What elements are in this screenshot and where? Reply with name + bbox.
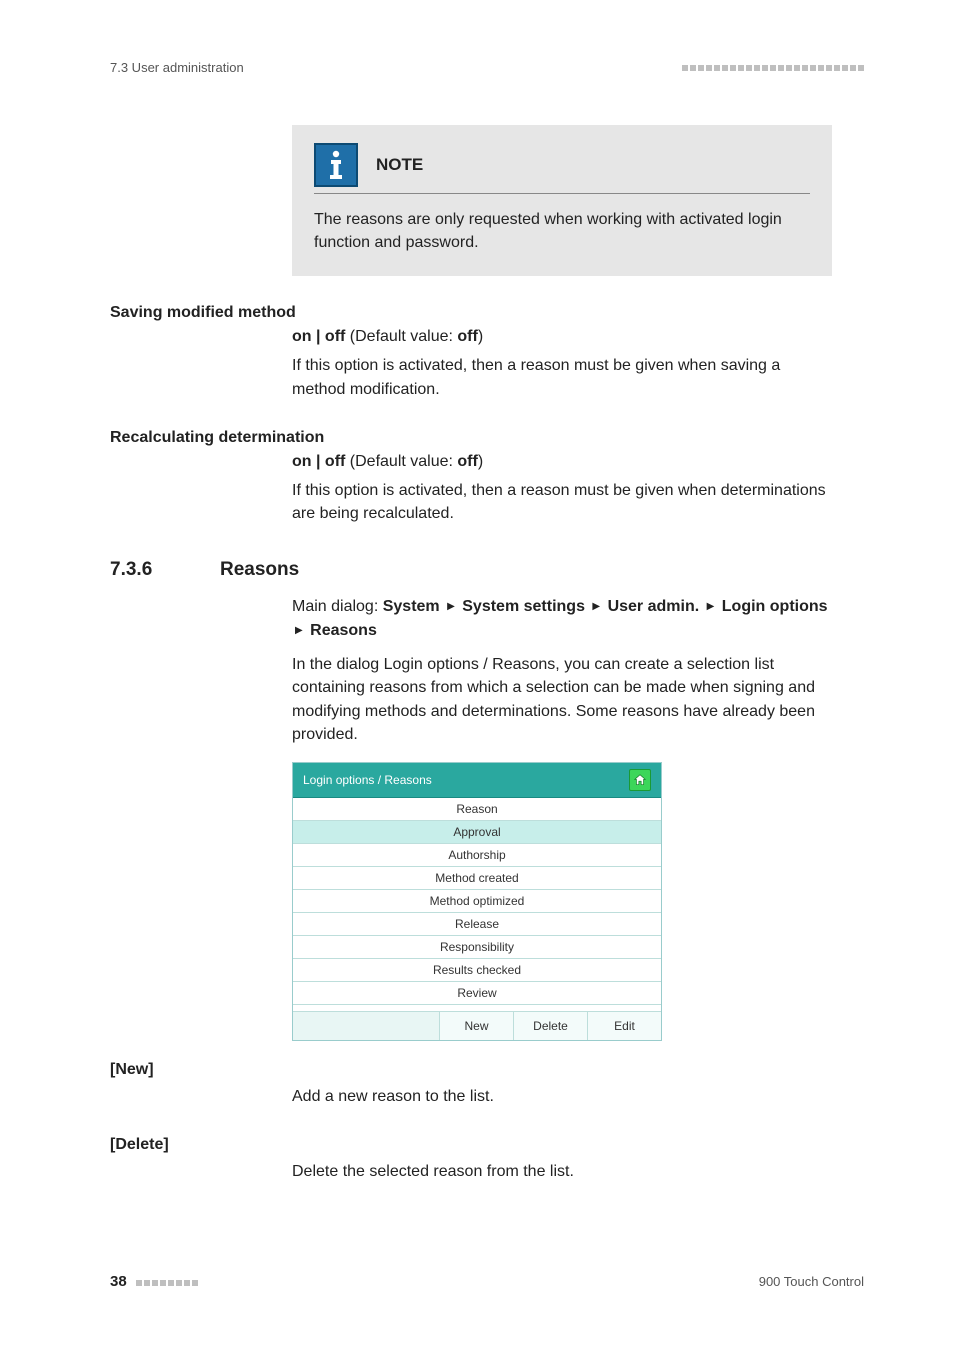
new-def-body: Add a new reason to the list. — [292, 1085, 832, 1108]
footer-decoration — [136, 1280, 198, 1286]
recalc-heading: Recalculating determination — [110, 429, 864, 447]
note-text: The reasons are only requested when work… — [314, 208, 810, 254]
nav-path: Main dialog: System ▶ System settings ▶ … — [292, 595, 832, 643]
recalc-body: If this option is activated, then a reas… — [292, 479, 832, 525]
edit-button[interactable]: Edit — [587, 1012, 661, 1040]
footer-product: 900 Touch Control — [759, 1274, 864, 1289]
list-item[interactable]: Approval — [293, 821, 661, 844]
footer-left: 38 — [110, 1273, 198, 1290]
list-item[interactable]: Results checked — [293, 959, 661, 982]
reasons-dialog: Login options / Reasons Reason Approval … — [292, 762, 662, 1041]
section-intro: In the dialog Login options / Reasons, y… — [292, 653, 832, 746]
list-item[interactable]: Authorship — [293, 844, 661, 867]
list-item[interactable]: Method created — [293, 867, 661, 890]
new-def-heading: [New] — [110, 1061, 864, 1079]
info-icon — [314, 143, 358, 187]
section-number: 7.3.6 — [110, 559, 220, 581]
saving-body: If this option is activated, then a reas… — [292, 354, 832, 400]
list-item[interactable]: Review — [293, 982, 661, 1005]
delete-def-heading: [Delete] — [110, 1136, 864, 1154]
new-button[interactable]: New — [439, 1012, 513, 1040]
page-number: 38 — [110, 1273, 127, 1290]
delete-button[interactable]: Delete — [513, 1012, 587, 1040]
saving-values: on | off (Default value: off) — [292, 328, 832, 346]
section-title: Reasons — [220, 559, 299, 581]
list-item[interactable]: Release — [293, 913, 661, 936]
column-header: Reason — [293, 798, 661, 821]
dialog-title: Login options / Reasons — [303, 773, 432, 787]
list-item[interactable]: Responsibility — [293, 936, 661, 959]
list-item[interactable]: Method optimized — [293, 890, 661, 913]
saving-heading: Saving modified method — [110, 304, 864, 322]
note-title: NOTE — [376, 155, 423, 175]
recalc-values: on | off (Default value: off) — [292, 453, 832, 471]
delete-def-body: Delete the selected reason from the list… — [292, 1160, 832, 1183]
header-decoration — [682, 65, 864, 71]
header-breadcrumb: 7.3 User administration — [110, 60, 244, 75]
home-icon[interactable] — [629, 769, 651, 791]
note-block: NOTE The reasons are only requested when… — [292, 125, 832, 276]
